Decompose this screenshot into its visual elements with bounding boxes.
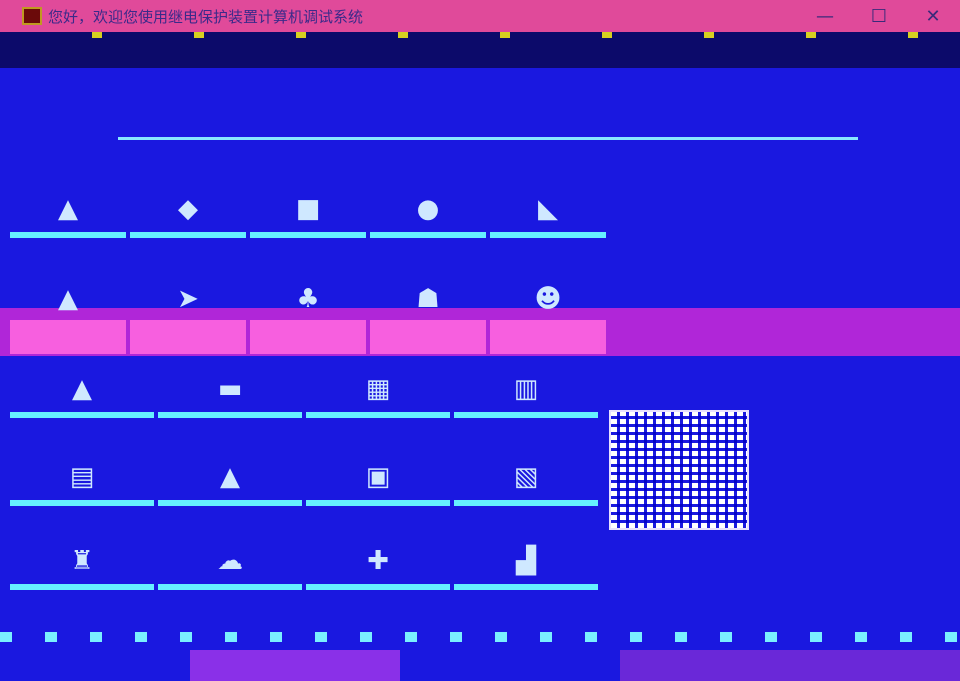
minimize-button[interactable]: — (798, 0, 852, 32)
tile-underline (130, 232, 246, 238)
strip-marker (704, 32, 714, 38)
toolbar-strip (0, 32, 960, 68)
tile-icon: ▧ (513, 462, 539, 492)
strip-marker (806, 32, 816, 38)
tile-underline (10, 584, 154, 590)
tile-icon: ▤ (69, 462, 95, 492)
tile-icon: ♜ (70, 546, 94, 576)
tile-underline (306, 412, 450, 418)
function-tile[interactable]: ▥ (452, 332, 600, 418)
status-markers (0, 632, 960, 642)
function-tile[interactable]: ■ (248, 152, 368, 238)
tile-icon: ▦ (365, 374, 391, 404)
tile-icon: ▬ (217, 374, 243, 404)
tile-row-1: ▲ ◆ ■ ● ◣ (8, 152, 608, 238)
tile-icon: ▟ (516, 546, 536, 576)
window-title: 您好，欢迎您使用继电保护装置计算机调试系统 (48, 7, 364, 26)
function-tile[interactable]: ◣ (488, 152, 608, 238)
function-tile[interactable]: ☗ (368, 242, 488, 354)
tile-row-2: ▲ ➤ ♣ ☗ ☻ (8, 242, 608, 354)
function-tile[interactable]: ▟ (452, 504, 600, 590)
strip-marker (194, 32, 204, 38)
function-tile[interactable]: ♜ (8, 504, 156, 590)
strip-marker (92, 32, 102, 38)
tile-row-5: ♜ ☁ ✚ ▟ (8, 504, 608, 590)
function-tile[interactable]: ▣ (304, 420, 452, 506)
function-tile[interactable]: ▲ (8, 332, 156, 418)
qr-code-image (609, 410, 749, 530)
function-tile[interactable]: ◆ (128, 152, 248, 238)
tile-icon: ▲ (220, 462, 240, 492)
function-tile[interactable]: ▧ (452, 420, 600, 506)
function-tile[interactable]: ▤ (8, 420, 156, 506)
strip-marker (602, 32, 612, 38)
window-controls: — ☐ ✕ (798, 0, 960, 32)
tile-underline (490, 232, 606, 238)
tile-icon: ● (416, 194, 440, 224)
function-tile[interactable]: ➤ (128, 242, 248, 354)
function-tile[interactable]: ● (368, 152, 488, 238)
close-button[interactable]: ✕ (906, 0, 960, 32)
tile-row-3: ▲ ▬ ▦ ▥ (8, 332, 608, 418)
function-tile[interactable]: ▲ (156, 420, 304, 506)
tile-underline (306, 584, 450, 590)
app-icon (22, 7, 42, 25)
tile-underline (454, 412, 598, 418)
tile-icon: ☻ (534, 284, 562, 314)
status-segment (620, 650, 960, 681)
tile-icon: ▲ (58, 194, 78, 224)
tile-icon: ▲ (58, 284, 78, 314)
function-tile[interactable]: ▲ (8, 242, 128, 354)
function-tile[interactable]: ☻ (488, 242, 608, 354)
tile-icon: ▲ (72, 374, 92, 404)
strip-marker (296, 32, 306, 38)
status-bar (0, 628, 960, 681)
strip-marker (908, 32, 918, 38)
tile-underline (10, 232, 126, 238)
status-segment (400, 650, 620, 681)
function-tile[interactable]: ▬ (156, 332, 304, 418)
qr-panel (604, 400, 754, 580)
title-bar: 您好，欢迎您使用继电保护装置计算机调试系统 — ☐ ✕ (0, 0, 960, 32)
function-tile[interactable]: ☁ (156, 504, 304, 590)
tile-icon: ➤ (177, 284, 199, 314)
status-segment (0, 650, 190, 681)
tile-underline (158, 584, 302, 590)
tile-icon: ☗ (416, 284, 440, 314)
function-tile[interactable]: ▲ (8, 152, 128, 238)
tile-underline (158, 412, 302, 418)
status-segments (0, 650, 960, 681)
tile-underline (370, 232, 486, 238)
status-segment (190, 650, 400, 681)
tile-icon: ✚ (367, 546, 389, 576)
header-divider (118, 137, 858, 140)
tile-underline (10, 412, 154, 418)
tile-icon: ▥ (513, 374, 539, 404)
tile-icon: ◆ (178, 194, 198, 224)
tile-icon: ☁ (217, 546, 243, 576)
tile-row-4: ▤ ▲ ▣ ▧ (8, 420, 608, 506)
page-header (0, 68, 960, 153)
function-tile[interactable]: ✚ (304, 504, 452, 590)
tile-icon: ▣ (365, 462, 391, 492)
function-tile[interactable]: ▦ (304, 332, 452, 418)
tile-underline (250, 232, 366, 238)
tile-underline (454, 584, 598, 590)
tile-icon: ◣ (538, 194, 558, 224)
maximize-button[interactable]: ☐ (852, 0, 906, 32)
function-tile[interactable]: ♣ (248, 242, 368, 354)
tile-icon: ■ (295, 194, 321, 224)
tile-icon: ♣ (296, 284, 320, 314)
strip-marker (398, 32, 408, 38)
strip-marker (500, 32, 510, 38)
